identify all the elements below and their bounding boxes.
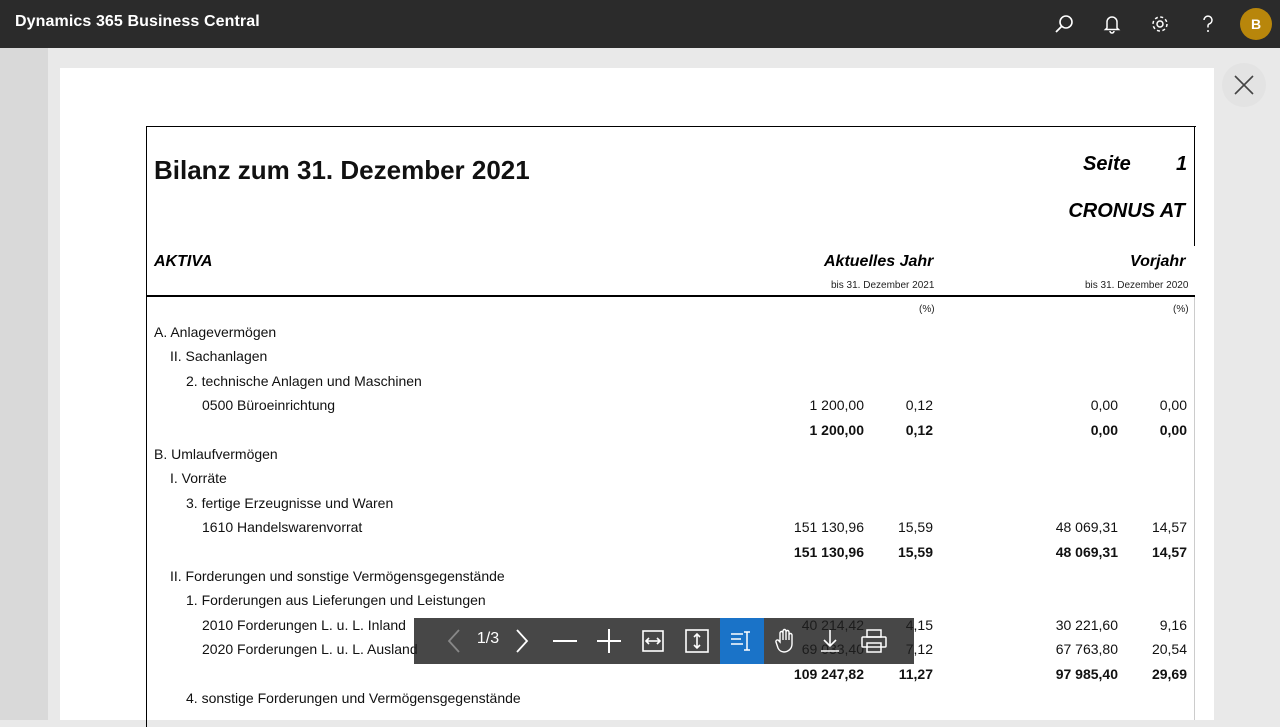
header-divider	[146, 295, 1195, 297]
print-button[interactable]	[852, 618, 896, 664]
current-percent: 15,59	[897, 519, 933, 536]
report-row: 1610 Handelswarenvorrat 151 130,96 15,59 48…	[0, 519, 1280, 539]
report-row: 0500 Büroeinrichtung 1 200,00 0,12 0,00 0,00	[0, 397, 1280, 417]
current-percent: 0,12	[905, 421, 933, 438]
help-icon[interactable]	[1196, 12, 1220, 36]
row-label: 1. Forderungen aus Lieferungen und Leist…	[186, 592, 486, 609]
report-border-right	[1194, 126, 1195, 246]
prior-percent: 29,69	[1151, 665, 1187, 682]
col-current-header: Aktuelles Jahr	[824, 253, 934, 270]
report-row: 1. Forderungen aus Lieferungen und Leist…	[0, 592, 1280, 612]
download-button[interactable]	[808, 618, 852, 664]
col-prior-subheader: bis 31. Dezember 2020	[1085, 280, 1189, 291]
report-row: B. Umlaufvermögen	[0, 446, 1280, 466]
page-label: Seite	[1083, 153, 1131, 175]
next-page-button[interactable]	[500, 618, 544, 664]
prior-percent: 14,57	[1151, 519, 1187, 536]
subtotal-row: 109 247,82 11,27 97 985,40 29,69	[0, 666, 1280, 686]
row-label: II. Sachanlagen	[170, 348, 268, 365]
chevron-right-icon	[516, 629, 529, 653]
report-row: II. Forderungen und sonstige Vermögensge…	[0, 568, 1280, 588]
chevron-left-icon	[447, 629, 460, 653]
col-prior-header: Vorjahr	[1130, 253, 1186, 270]
report-row: II. Sachanlagen	[0, 348, 1280, 368]
text-select-button[interactable]	[720, 618, 764, 664]
pct-label-prior: (%)	[1173, 304, 1189, 315]
bell-icon[interactable]	[1100, 12, 1124, 36]
row-label: I. Vorräte	[170, 470, 227, 487]
current-percent: 11,27	[898, 665, 933, 682]
gear-icon[interactable]	[1148, 12, 1172, 36]
top-bar: Dynamics 365 Business Central B	[0, 0, 1280, 48]
search-icon[interactable]	[1052, 12, 1076, 36]
report-row: A. Anlagevermögen	[0, 324, 1280, 344]
subtotal-row: 1 200,00 0,12 0,00 0,00	[0, 422, 1280, 442]
prior-percent: 9,16	[1159, 616, 1187, 633]
close-icon	[1234, 75, 1254, 95]
report-row: 3. fertige Erzeugnisse und Waren	[0, 495, 1280, 515]
row-label: 0500 Büroeinrichtung	[202, 397, 336, 414]
user-avatar[interactable]: B	[1240, 8, 1272, 40]
row-label: II. Forderungen und sonstige Vermögensge…	[170, 568, 505, 584]
fit-width-button[interactable]	[631, 618, 675, 664]
prev-page-button[interactable]	[432, 618, 476, 664]
report-title: Bilanz zum 31. Dezember 2021	[154, 155, 530, 185]
plus-icon	[597, 629, 621, 653]
print-icon	[861, 629, 887, 653]
subtotal-row: 151 130,96 15,59 48 069,31 14,57	[0, 544, 1280, 564]
row-label: 2. technische Anlagen und Maschinen	[186, 372, 422, 389]
report-row: 4. sonstige Forderungen und Vermögensgeg…	[0, 690, 1280, 710]
pct-label-current: (%)	[919, 304, 935, 315]
fit-width-icon	[642, 630, 664, 652]
zoom-out-button[interactable]	[543, 618, 587, 664]
fit-page-icon	[685, 629, 709, 653]
row-label: 2020 Forderungen L. u. L. Ausland	[202, 641, 418, 658]
hand-pan-button[interactable]	[764, 618, 808, 664]
row-label: B. Umlaufvermögen	[154, 446, 278, 462]
row-label: 2010 Forderungen L. u. L. Inland	[202, 616, 406, 633]
prior-percent: 0,00	[1159, 397, 1187, 414]
col-current-subheader: bis 31. Dezember 2021	[831, 280, 935, 291]
section-label: AKTIVA	[154, 253, 213, 270]
hand-icon	[775, 628, 793, 653]
prior-percent: 0,00	[1159, 421, 1187, 438]
zoom-in-button[interactable]	[587, 618, 631, 664]
close-button[interactable]	[1222, 63, 1266, 107]
minus-icon	[553, 640, 577, 642]
page-indicator[interactable]: 1/3	[476, 630, 500, 648]
report-row: I. Vorräte	[0, 470, 1280, 490]
row-label: 4. sonstige Forderungen und Vermögensgeg…	[186, 690, 521, 706]
prior-percent: 20,54	[1151, 641, 1187, 658]
row-label: 3. fertige Erzeugnisse und Waren	[186, 494, 394, 511]
current-percent: 15,59	[897, 543, 933, 560]
company-name: CRONUS AT	[1068, 200, 1185, 222]
row-label: A. Anlagevermögen	[154, 324, 277, 340]
fit-page-button[interactable]	[675, 618, 719, 664]
report-row: 2. technische Anlagen und Maschinen	[0, 373, 1280, 393]
prior-percent: 14,57	[1151, 543, 1187, 560]
text-select-icon	[731, 631, 750, 651]
row-label: 1610 Handelswarenvorrat	[202, 519, 363, 536]
current-percent: 0,12	[905, 397, 933, 414]
download-icon	[821, 630, 839, 652]
app-title[interactable]: Dynamics 365 Business Central	[15, 13, 260, 31]
page-number: 1	[1176, 153, 1188, 175]
